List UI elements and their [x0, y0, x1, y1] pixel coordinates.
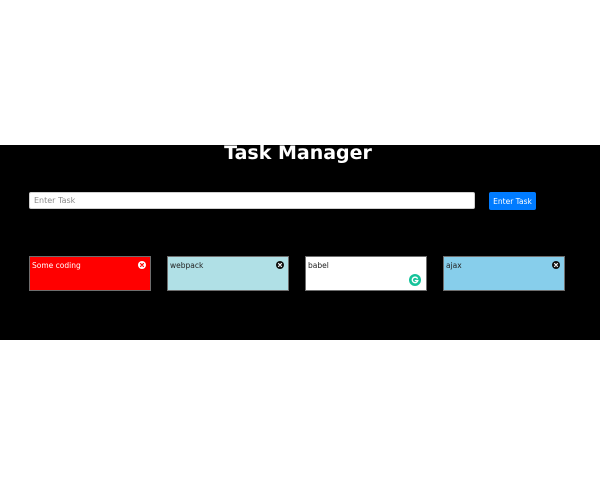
- task-label: webpack: [170, 261, 204, 270]
- close-icon[interactable]: [276, 261, 284, 269]
- task-card[interactable]: ajax: [443, 256, 565, 291]
- task-label: babel: [308, 261, 329, 270]
- task-label: Some coding: [32, 261, 81, 270]
- task-label: ajax: [446, 261, 462, 270]
- task-card[interactable]: Some coding: [29, 256, 151, 291]
- task-card[interactable]: babel: [305, 256, 427, 291]
- grammarly-icon[interactable]: [409, 274, 421, 286]
- task-card[interactable]: webpack: [167, 256, 289, 291]
- task-input[interactable]: [29, 192, 475, 209]
- task-manager-app: Task Manager Enter Task Some coding webp…: [0, 142, 600, 340]
- close-icon[interactable]: [552, 261, 560, 269]
- close-icon[interactable]: [138, 261, 146, 269]
- enter-task-button[interactable]: Enter Task: [489, 192, 536, 210]
- page-title: Task Manager: [224, 142, 372, 164]
